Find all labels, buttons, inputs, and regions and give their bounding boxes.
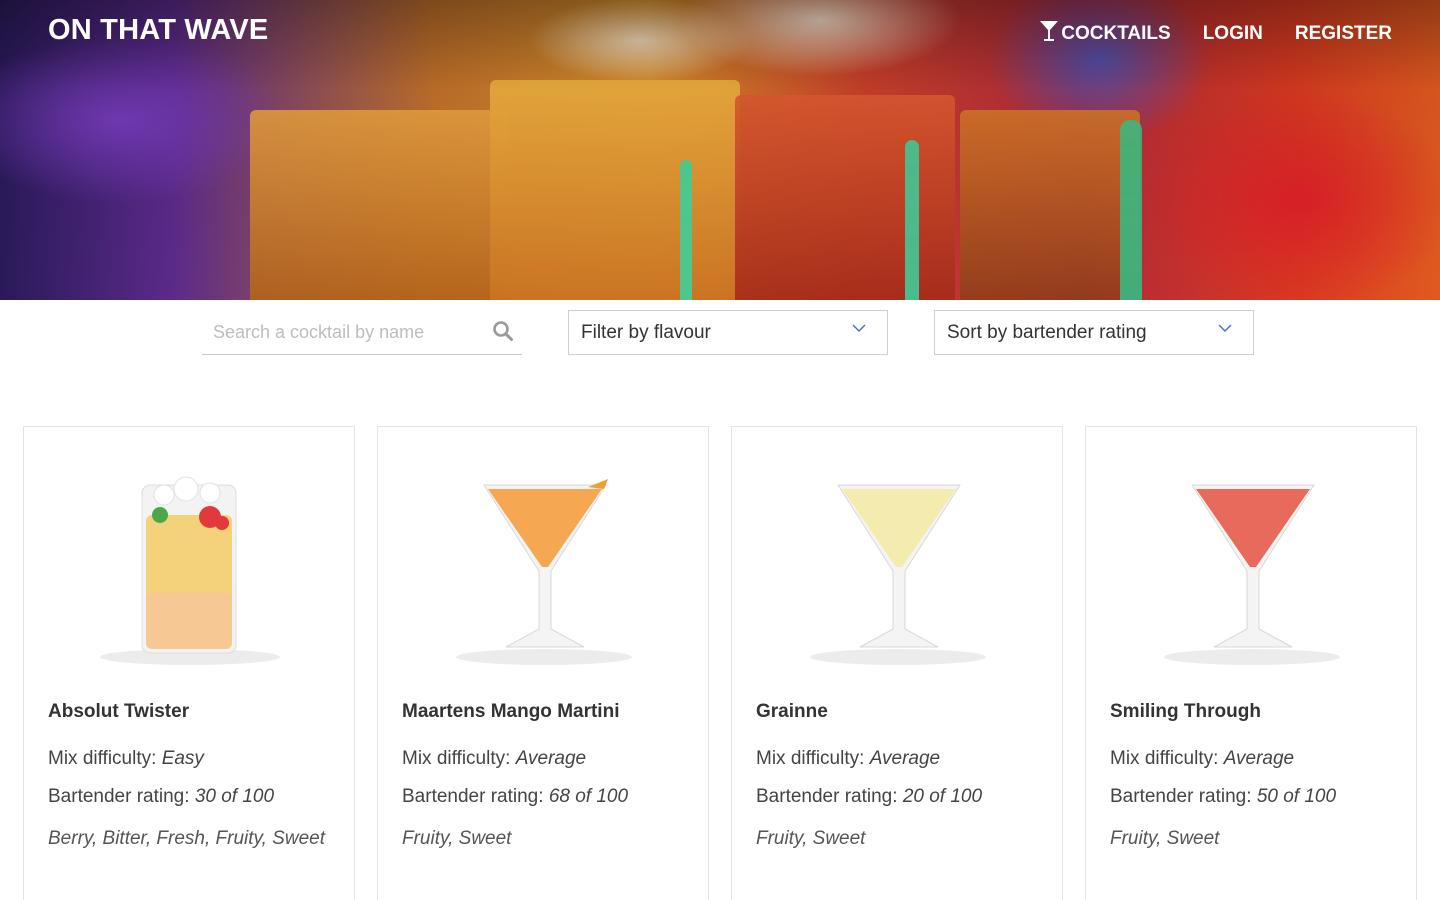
- sort-rating-value: Sort by bartender rating: [947, 321, 1147, 343]
- cocktail-card[interactable]: Absolut Twister Mix difficulty: Easy Bar…: [23, 426, 355, 900]
- flavour-tags: Fruity, Sweet: [402, 828, 512, 849]
- bartender-rating-value: 50 of 100: [1256, 786, 1337, 807]
- mix-difficulty: Mix difficulty: Average: [1110, 748, 1294, 770]
- cocktail-card[interactable]: Smiling Through Mix difficulty: Average …: [1085, 426, 1417, 900]
- mix-difficulty-value: Easy: [161, 748, 204, 769]
- mix-difficulty-value: Average: [515, 748, 587, 769]
- flavour-filter-value: Filter by flavour: [581, 321, 711, 343]
- bartender-rating: Bartender rating: 68 of 100: [402, 786, 628, 808]
- flavour-filter-select[interactable]: Filter by flavour: [568, 310, 888, 355]
- flavour-tags: Fruity, Sweet: [1110, 828, 1220, 849]
- cocktail-glass-icon: [1039, 20, 1061, 48]
- cocktail-name[interactable]: Smiling Through: [1110, 701, 1261, 723]
- search-icon[interactable]: [492, 320, 514, 347]
- bartender-rating: Bartender rating: 20 of 100: [756, 786, 982, 808]
- chevron-down-icon: [851, 318, 867, 340]
- top-nav: COCKTAILS LOGIN REGISTER: [1039, 20, 1392, 48]
- sort-rating-select[interactable]: Sort by bartender rating: [934, 310, 1254, 355]
- drink-fill: [842, 489, 956, 567]
- nav-login-link[interactable]: LOGIN: [1203, 23, 1263, 45]
- mix-difficulty: Mix difficulty: Easy: [48, 748, 204, 770]
- nav-register-link[interactable]: REGISTER: [1295, 23, 1392, 45]
- bartender-rating-label: Bartender rating:: [756, 786, 898, 807]
- mix-difficulty-label: Mix difficulty:: [756, 748, 865, 769]
- nav-cocktails-link[interactable]: COCKTAILS: [1039, 20, 1171, 48]
- cocktail-card[interactable]: Grainne Mix difficulty: Average Bartende…: [731, 426, 1063, 900]
- bartender-rating-value: 20 of 100: [902, 786, 983, 807]
- mix-difficulty: Mix difficulty: Average: [402, 748, 586, 770]
- mix-difficulty-label: Mix difficulty:: [48, 748, 157, 769]
- nav-cocktails-label: COCKTAILS: [1061, 23, 1171, 44]
- cocktail-image: [802, 453, 994, 673]
- mix-difficulty: Mix difficulty: Average: [756, 748, 940, 770]
- bartender-rating-label: Bartender rating:: [402, 786, 544, 807]
- mix-difficulty-value: Average: [1223, 748, 1295, 769]
- bartender-rating-value: 68 of 100: [548, 786, 629, 807]
- chevron-down-icon: [1217, 318, 1233, 340]
- search-input[interactable]: [202, 312, 472, 353]
- bartender-rating: Bartender rating: 50 of 100: [1110, 786, 1336, 808]
- mix-difficulty-value: Average: [869, 748, 941, 769]
- drink-fill: [488, 489, 602, 567]
- cocktail-name[interactable]: Absolut Twister: [48, 701, 189, 723]
- cocktail-name[interactable]: Maartens Mango Martini: [402, 701, 619, 723]
- cocktail-card[interactable]: Maartens Mango Martini Mix difficulty: A…: [377, 426, 709, 900]
- bartender-rating: Bartender rating: 30 of 100: [48, 786, 274, 808]
- cocktail-image: [1156, 453, 1348, 673]
- drink-fill: [1196, 489, 1310, 567]
- cocktail-image: [448, 453, 640, 673]
- flavour-tags: Berry, Bitter, Fresh, Fruity, Sweet: [48, 828, 325, 849]
- mix-difficulty-label: Mix difficulty:: [1110, 748, 1219, 769]
- bartender-rating-label: Bartender rating:: [1110, 786, 1252, 807]
- bartender-rating-value: 30 of 100: [194, 786, 275, 807]
- brand-logo[interactable]: ON THAT WAVE: [48, 14, 268, 47]
- flavour-tags: Fruity, Sweet: [756, 828, 866, 849]
- bartender-rating-label: Bartender rating:: [48, 786, 190, 807]
- cocktail-name[interactable]: Grainne: [756, 701, 828, 723]
- hero-banner: ON THAT WAVE COCKTAILS LOGIN REGISTER: [0, 0, 1440, 300]
- search-box: [202, 311, 522, 355]
- cocktail-image: [94, 453, 286, 673]
- mix-difficulty-label: Mix difficulty:: [402, 748, 511, 769]
